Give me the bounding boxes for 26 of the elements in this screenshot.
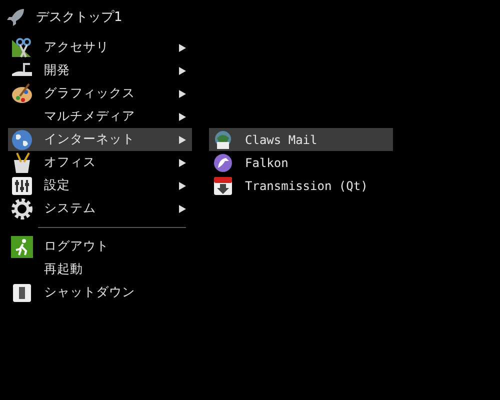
scissors-icon [11, 38, 33, 58]
download-icon [213, 176, 233, 196]
menu-item[interactable]: インターネット [8, 128, 192, 151]
globe-icon [11, 128, 33, 150]
menu-item[interactable]: システム [8, 197, 192, 220]
menu-item[interactable]: グラフィックス [8, 82, 192, 105]
menu-title: デスクトップ1 [36, 9, 122, 26]
cup-icon [11, 152, 33, 174]
menu-item[interactable]: Falkon [209, 151, 393, 174]
rocket-icon [6, 7, 26, 27]
menu-item[interactable]: 再起動 [8, 258, 192, 281]
settings-icon [11, 198, 33, 220]
menu-item[interactable]: マルチメディア [8, 105, 192, 128]
menu-item[interactable]: 開発 [8, 59, 192, 82]
menu-item[interactable]: オフィス [8, 151, 192, 174]
power-switch-icon [12, 282, 32, 302]
bird-icon [213, 152, 233, 172]
menu-item[interactable]: Claws Mail [209, 128, 393, 151]
menu-item[interactable]: Transmission (Qt) [209, 174, 393, 197]
menu-item[interactable]: 設定 [8, 174, 192, 197]
menu-item[interactable]: アクセサリ [8, 36, 192, 59]
palette-icon [11, 82, 33, 104]
sliders-icon [11, 176, 33, 196]
menu-item[interactable]: シャットダウン [8, 281, 192, 304]
menu-item[interactable]: ログアウト [8, 235, 192, 258]
exit-icon [11, 236, 33, 258]
